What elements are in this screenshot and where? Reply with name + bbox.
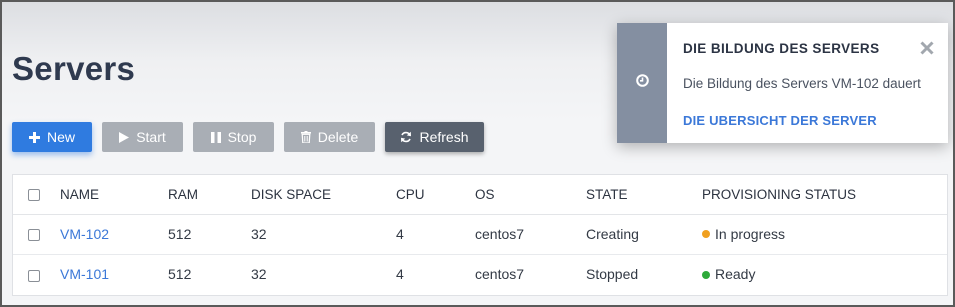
disk-cell: 32 (251, 266, 267, 283)
os-cell: centos7 (475, 214, 586, 255)
state-cell: Stopped (586, 266, 639, 283)
table-header-row: NAME RAM DISK SPACE CPU OS STATE PROVISI… (13, 175, 947, 215)
refresh-button[interactable]: Refresh (385, 122, 484, 152)
app-window: Servers New Start Stop Delete Refresh NA… (0, 0, 955, 307)
cpu-cell: 4 (396, 266, 404, 283)
toolbar: New Start Stop Delete Refresh (12, 122, 484, 152)
notification-sidebar (617, 23, 667, 143)
delete-button[interactable]: Delete (284, 122, 375, 152)
play-icon (119, 131, 130, 143)
server-overview-link[interactable]: DIE UBERSICHT DER SERVER (683, 113, 948, 128)
new-button[interactable]: New (12, 122, 92, 152)
column-header-name[interactable]: NAME (60, 175, 168, 215)
notification-message: Die Bildung des Servers VM-102 dauert (683, 76, 921, 91)
ram-cell: 512 (168, 214, 251, 255)
table-row: VM-102 512 32 4 centos7 Creating In prog… (13, 214, 947, 255)
pause-icon (210, 131, 221, 143)
status-dot-icon (702, 270, 710, 279)
provisioning-status-cell: Ready (702, 254, 947, 294)
provisioning-status-label: Ready (715, 266, 756, 283)
status-dot-icon (702, 230, 710, 239)
close-icon[interactable] (920, 37, 934, 59)
refresh-icon (400, 131, 412, 143)
page-title: Servers (12, 50, 136, 87)
disk-cell: 32 (251, 214, 396, 255)
start-button-label: Start (136, 129, 166, 145)
provisioning-status-label: In progress (715, 226, 786, 242)
column-header-disk-space[interactable]: DISK SPACE (251, 175, 396, 215)
ram-cell: 512 (168, 266, 192, 283)
refresh-button-label: Refresh (419, 129, 469, 145)
trash-icon (300, 131, 311, 143)
state-cell: Creating (586, 214, 702, 255)
row-checkbox[interactable] (28, 269, 40, 282)
stop-button-label: Stop (227, 129, 257, 145)
new-button-label: New (46, 129, 75, 145)
start-button[interactable]: Start (102, 122, 183, 152)
cpu-cell: 4 (396, 214, 475, 255)
notification-toast: DIE BILDUNG DES SERVERS Die Bildung des … (617, 23, 948, 143)
plus-icon (28, 131, 40, 143)
delete-button-label: Delete (317, 129, 359, 145)
column-header-provisioning-status[interactable]: PROVISIONING STATUS (702, 175, 947, 215)
column-header-state[interactable]: STATE (586, 175, 702, 215)
select-all-checkbox[interactable] (28, 189, 40, 202)
provisioning-status-cell: In progress (702, 214, 947, 255)
servers-table: NAME RAM DISK SPACE CPU OS STATE PROVISI… (12, 174, 948, 296)
vm-name-link[interactable]: VM-102 (60, 226, 109, 242)
clock-icon (635, 74, 649, 92)
column-header-cpu[interactable]: CPU (396, 175, 475, 215)
stop-button[interactable]: Stop (193, 122, 274, 152)
table-row: VM-101 512 32 4 centos7 Stopped Ready (13, 254, 947, 294)
notification-title: DIE BILDUNG DES SERVERS (683, 41, 880, 56)
column-header-ram[interactable]: RAM (168, 175, 251, 215)
os-cell: centos7 (475, 266, 525, 283)
column-header-os[interactable]: OS (475, 175, 586, 215)
row-checkbox[interactable] (28, 229, 40, 242)
vm-name-link[interactable]: VM-101 (60, 266, 109, 282)
notification-body: DIE BILDUNG DES SERVERS Die Bildung des … (667, 23, 948, 143)
